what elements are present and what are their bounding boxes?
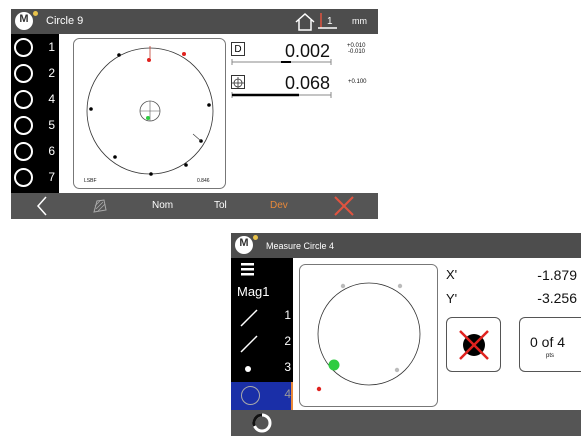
home-icon[interactable] <box>294 12 316 32</box>
app-logo-icon[interactable]: M <box>15 11 38 30</box>
y-label: Y' <box>446 291 458 306</box>
probe-list-sidebar: Mag1 1 2 3 4 <box>231 258 293 410</box>
points-counter-button[interactable]: 0 of 4 pts <box>519 317 581 372</box>
measure-plot[interactable] <box>299 264 438 407</box>
probe-number: 2 <box>284 334 291 348</box>
circle-results-screen: M Circle 9 1 mm 1 2 4 5 6 7 LSBF 0.846 D… <box>11 9 378 219</box>
measured-point <box>207 103 211 107</box>
points-unit: pts <box>546 353 555 359</box>
circle-probe-icon <box>241 386 260 405</box>
fit-method-label: LSBF <box>84 178 97 184</box>
measured-point <box>117 53 121 57</box>
magnification-label[interactable]: Mag1 <box>237 284 270 299</box>
feature-item[interactable]: 2 <box>11 62 59 88</box>
circle-feature-icon <box>14 142 33 161</box>
datum-axis-icon[interactable]: 1 <box>317 11 339 32</box>
feature-list-sidebar: 1 2 4 5 6 7 <box>11 34 59 193</box>
tab-nom[interactable]: Nom <box>152 200 173 211</box>
measured-point <box>149 172 153 176</box>
measure-circle-screen: M Measure Circle 4 Mag1 1 2 3 4 X' -1.87… <box>231 233 581 436</box>
measured-point <box>89 107 93 111</box>
probe-point <box>397 283 403 289</box>
units-label[interactable]: mm <box>352 16 367 26</box>
screen-title: Measure Circle 4 <box>266 241 335 251</box>
measured-point <box>113 155 117 159</box>
feature-number: 6 <box>48 144 55 158</box>
circle-feature-icon <box>14 90 33 109</box>
line-probe-icon <box>240 335 258 353</box>
probe-item[interactable]: 3 <box>231 356 293 382</box>
diameter-tol-minus: -0.010 <box>348 49 366 55</box>
probe-item[interactable]: 2 <box>231 330 293 356</box>
cancel-point-button[interactable] <box>446 317 501 372</box>
feature-number: 5 <box>48 118 55 132</box>
feature-number: 2 <box>48 66 55 80</box>
position-tol: +0.100 <box>348 79 367 85</box>
circle-feature-icon <box>14 38 33 57</box>
probe-item[interactable]: 1 <box>231 304 293 330</box>
circle-feature-icon <box>14 64 33 83</box>
bottom-toolbar: Nom Tol Dev <box>11 193 378 219</box>
screen-title: Circle 9 <box>46 15 84 27</box>
app-logo-icon[interactable]: M <box>235 235 258 254</box>
bottom-toolbar <box>231 410 581 436</box>
feature-item[interactable]: 5 <box>11 114 59 140</box>
points-count: 0 of 4 <box>530 334 566 350</box>
cursor-point <box>316 386 322 392</box>
feature-item[interactable]: 4 <box>11 88 59 114</box>
diameter-key[interactable]: D <box>231 42 245 56</box>
measured-point <box>182 52 186 56</box>
probe-points-icon[interactable] <box>91 197 109 215</box>
delete-point-icon <box>459 330 489 360</box>
circle-plot[interactable]: LSBF 0.846 <box>73 38 226 189</box>
point-probe-icon <box>245 366 251 372</box>
active-probe-point <box>328 359 340 371</box>
position-icon[interactable] <box>231 75 245 89</box>
circle-feature-icon <box>14 116 33 135</box>
probe-point <box>340 283 346 289</box>
back-arrow-icon[interactable] <box>35 196 49 216</box>
feature-number: 4 <box>48 92 55 106</box>
reject-x-icon[interactable] <box>333 195 355 217</box>
coordinates-panel: X' -1.879 Y' -3.256 0 of 4 pts <box>444 264 581 410</box>
probe-number: 3 <box>284 360 291 374</box>
measured-point <box>147 58 151 62</box>
x-label: X' <box>446 267 458 282</box>
feature-number: 7 <box>48 170 55 184</box>
measured-point <box>184 163 188 167</box>
center-point <box>146 116 150 120</box>
probe-number: 1 <box>284 308 291 322</box>
feature-item[interactable]: 7 <box>11 166 59 192</box>
title-bar: M Measure Circle 4 <box>231 233 581 258</box>
diameter-tolerance-bar <box>231 59 332 65</box>
probe-item-selected[interactable]: 4 <box>231 382 293 410</box>
feature-item[interactable]: 1 <box>11 36 59 62</box>
svg-text:1: 1 <box>327 16 333 27</box>
tab-dev[interactable]: Dev <box>270 200 288 211</box>
probe-point <box>394 367 400 373</box>
progress-ring-icon[interactable] <box>251 412 273 434</box>
feature-item[interactable]: 6 <box>11 140 59 166</box>
x-value: -1.879 <box>537 267 577 283</box>
selection-indicator <box>291 382 293 410</box>
menu-icon[interactable] <box>241 262 255 276</box>
feature-number: 1 <box>48 40 55 54</box>
readouts-panel: D 0.002 +0.010 -0.010 0.068 +0.100 <box>231 39 378 119</box>
tab-tol[interactable]: Tol <box>214 200 227 211</box>
y-value: -3.256 <box>537 290 577 306</box>
title-bar: M Circle 9 1 mm <box>11 9 378 34</box>
line-probe-icon <box>240 309 258 327</box>
probe-number: 4 <box>284 387 291 401</box>
position-tolerance-bar <box>231 92 332 98</box>
form-value-label: 0.846 <box>197 178 210 184</box>
circle-feature-icon <box>14 168 33 187</box>
